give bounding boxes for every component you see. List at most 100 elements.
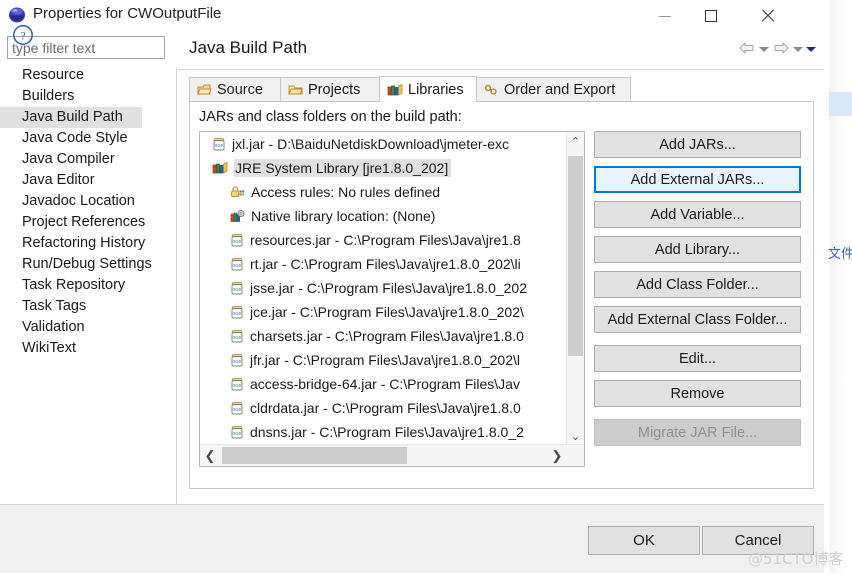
order-export-icon xyxy=(484,83,499,97)
table-row[interactable]: Access rules: No rules defined xyxy=(200,180,568,204)
window-title: Properties for CWOutputFile xyxy=(33,5,222,22)
jar-icon: 010 xyxy=(230,401,244,416)
back-arrow-icon[interactable] xyxy=(738,40,756,56)
svg-text:010: 010 xyxy=(233,264,241,269)
projects-folder-icon xyxy=(288,83,303,97)
add-external-jars-button[interactable]: Add External JARs... xyxy=(594,166,801,193)
access-rules-icon xyxy=(230,185,245,199)
more-menu-chevron-down-icon[interactable] xyxy=(806,47,816,52)
edit-button[interactable]: Edit... xyxy=(594,345,801,372)
table-row[interactable]: 010 jfr.jar - C:\Program Files\Java\jre1… xyxy=(200,348,568,372)
tree-row-label: jsse.jar - C:\Program Files\Java\jre1.8.… xyxy=(250,280,527,296)
svg-text:010: 010 xyxy=(215,144,223,149)
add-variable-button[interactable]: Add Variable... xyxy=(594,201,801,228)
add-external-class-folder-button[interactable]: Add External Class Folder... xyxy=(594,306,801,333)
dialog-footer xyxy=(0,504,824,573)
forward-menu-chevron-down-icon[interactable] xyxy=(793,47,803,52)
scrollbar-thumb[interactable] xyxy=(222,447,407,464)
tab-source[interactable]: Source xyxy=(189,77,281,102)
cancel-button[interactable]: Cancel xyxy=(702,526,814,555)
table-row[interactable]: JRE System Library [jre1.8.0_202] xyxy=(200,156,568,180)
sidebar-item-java-build-path[interactable]: Java Build Path xyxy=(0,107,142,128)
tree-row-label: Native library location: (None) xyxy=(251,208,436,224)
tree-row-label: JRE System Library [jre1.8.0_202] xyxy=(234,159,452,177)
sidebar-item-java-code-style[interactable]: Java Code Style xyxy=(0,128,172,149)
tab-libraries[interactable]: Libraries xyxy=(379,76,477,102)
svg-text:010: 010 xyxy=(233,384,241,389)
help-question-icon[interactable]: ? xyxy=(12,24,34,46)
sidebar-item-run-debug-settings[interactable]: Run/Debug Settings xyxy=(0,254,172,275)
svg-text:010: 010 xyxy=(233,408,241,413)
table-row[interactable]: 010 charsets.jar - C:\Program Files\Java… xyxy=(200,324,568,348)
close-button[interactable] xyxy=(742,0,792,32)
add-class-folder-button[interactable]: Add Class Folder... xyxy=(594,271,801,298)
table-row[interactable]: 010 dnsns.jar - C:\Program Files\Java\jr… xyxy=(200,420,568,444)
table-row[interactable]: 010 resources.jar - C:\Program Files\Jav… xyxy=(200,228,568,252)
ok-button[interactable]: OK xyxy=(588,526,700,555)
sidebar-item-validation[interactable]: Validation xyxy=(0,317,172,338)
sidebar-item-task-repository[interactable]: Task Repository xyxy=(0,275,172,296)
remove-button[interactable]: Remove xyxy=(594,380,801,407)
sidebar-item-resource[interactable]: Resource xyxy=(0,65,172,86)
dialog-body: Resource Builders Java Build Path Java C… xyxy=(0,32,824,535)
scroll-right-icon[interactable]: ❯ xyxy=(547,445,567,466)
tree-row-label: access-bridge-64.jar - C:\Program Files\… xyxy=(250,376,520,392)
tab-libraries-label: Libraries xyxy=(408,81,464,98)
jar-icon: 010 xyxy=(230,305,244,320)
navigation-toolbar xyxy=(735,40,816,56)
page-header: Java Build Path xyxy=(178,32,824,70)
svg-text:010: 010 xyxy=(233,240,241,245)
sidebar-item-java-editor[interactable]: Java Editor xyxy=(0,170,172,191)
tab-order-and-export[interactable]: Order and Export xyxy=(476,77,631,102)
svg-text:010: 010 xyxy=(233,360,241,365)
table-row[interactable]: 010 access-bridge-64.jar - C:\Program Fi… xyxy=(200,372,568,396)
tab-projects[interactable]: Projects xyxy=(280,77,380,102)
scroll-up-icon[interactable]: ⌃ xyxy=(567,132,584,151)
sidebar-item-task-tags[interactable]: Task Tags xyxy=(0,296,172,317)
jar-icon: 010 xyxy=(230,329,244,344)
maximize-button[interactable] xyxy=(688,0,734,32)
sidebar-item-builders[interactable]: Builders xyxy=(0,86,172,107)
minimize-button[interactable] xyxy=(642,0,688,32)
jar-icon: 010 xyxy=(230,281,244,296)
add-library-button[interactable]: Add Library... xyxy=(594,236,801,263)
minimize-icon xyxy=(659,15,671,17)
sidebar-item-wikitext[interactable]: WikiText xyxy=(0,338,172,359)
forward-arrow-icon[interactable] xyxy=(772,40,790,56)
settings-category-tree[interactable]: Resource Builders Java Build Path Java C… xyxy=(0,65,172,469)
sidebar-item-refactoring-history[interactable]: Refactoring History xyxy=(0,233,172,254)
scroll-left-icon[interactable]: ❮ xyxy=(200,445,220,466)
tree-row-label: Access rules: No rules defined xyxy=(251,184,441,200)
table-row[interactable]: 010 jsse.jar - C:\Program Files\Java\jre… xyxy=(200,276,568,300)
table-row[interactable]: 010 rt.jar - C:\Program Files\Java\jre1.… xyxy=(200,252,568,276)
maximize-icon xyxy=(705,10,717,22)
build-path-tree[interactable]: 010 jxl.jar - D:\BaiduNetdiskDownload\jm… xyxy=(199,131,585,467)
screen-root: 文件 Properties for CWOutputFile type filt… xyxy=(0,0,852,573)
tree-row-label: dnsns.jar - C:\Program Files\Java\jre1.8… xyxy=(250,424,524,440)
sidebar-item-project-references[interactable]: Project References xyxy=(0,212,172,233)
table-row[interactable]: 010 cldrdata.jar - C:\Program Files\Java… xyxy=(200,396,568,420)
scrollbar-thumb[interactable] xyxy=(568,156,583,356)
add-jars-button[interactable]: Add JARs... xyxy=(594,131,801,158)
back-menu-chevron-down-icon[interactable] xyxy=(759,47,769,52)
pane-divider xyxy=(176,68,177,535)
tree-vertical-scrollbar[interactable]: ⌃ ⌄ xyxy=(566,132,584,446)
tree-horizontal-scrollbar[interactable]: ❮ ❯ xyxy=(200,444,584,466)
desktop-background-inner xyxy=(824,0,829,573)
sidebar-item-javadoc-location[interactable]: Javadoc Location xyxy=(0,191,172,212)
native-library-icon xyxy=(230,209,245,223)
svg-text:010: 010 xyxy=(233,288,241,293)
table-row[interactable]: 010 jxl.jar - D:\BaiduNetdiskDownload\jm… xyxy=(200,132,568,156)
jre-library-icon xyxy=(212,161,228,175)
table-row[interactable]: Native library location: (None) xyxy=(200,204,568,228)
migrate-jar-file-button: Migrate JAR File... xyxy=(594,419,801,446)
tree-row-label: jce.jar - C:\Program Files\Java\jre1.8.0… xyxy=(250,304,524,320)
tree-row-label: resources.jar - C:\Program Files\Java\jr… xyxy=(250,232,521,248)
tree-row-label: charsets.jar - C:\Program Files\Java\jre… xyxy=(250,328,524,344)
tab-projects-label: Projects xyxy=(308,82,361,98)
tree-rows-viewport: 010 jxl.jar - D:\BaiduNetdiskDownload\jm… xyxy=(200,132,568,446)
sidebar-item-java-compiler[interactable]: Java Compiler xyxy=(0,149,172,170)
libraries-tab-panel: JARs and class folders on the build path… xyxy=(189,101,814,489)
jar-icon: 010 xyxy=(230,377,244,392)
table-row[interactable]: 010 jce.jar - C:\Program Files\Java\jre1… xyxy=(200,300,568,324)
